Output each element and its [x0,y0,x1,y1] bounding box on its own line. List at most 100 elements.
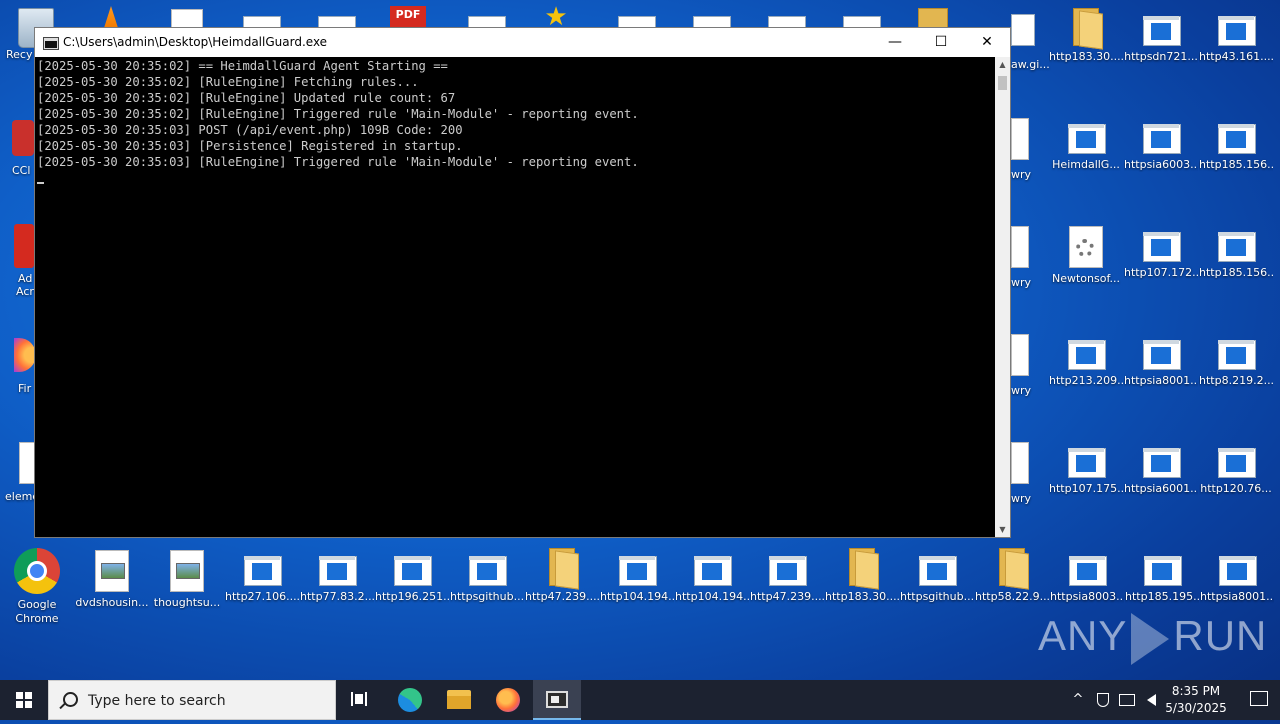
desktop-icon[interactable]: thoughtsu... [150,550,224,610]
desktop-icon[interactable]: httpsia8001... [1200,554,1274,604]
desktop-icon[interactable]: http196.251... [375,554,449,604]
desktop-icon-label: http120.76... [1200,482,1272,495]
desktop-icon[interactable]: http47.239.... [525,546,599,604]
desktop-icon[interactable]: httpsia8001... [1124,338,1198,388]
desktop-icon[interactable]: http107.172... [1124,230,1198,280]
desktop-icon[interactable]: HeimdallG... [1049,122,1123,172]
desktop-icon-label: httpsgithub... [900,590,974,603]
desktop-icon-label: wry [1011,492,1032,505]
desktop-icon-google-chrome[interactable]: Google Chrome [0,548,74,626]
console-app-icon [43,37,59,50]
console-line: [2025-05-30 20:35:03] [RuleEngine] Trigg… [37,155,639,169]
minimize-button[interactable]: — [872,28,918,57]
desktop-icon-partial[interactable]: wry [1011,118,1031,181]
desktop-icon[interactable]: http120.76... [1199,446,1273,496]
web-shortcut-icon [1216,122,1256,154]
console-app-icon [546,691,568,708]
console-output[interactable]: [2025-05-30 20:35:02] == HeimdallGuard A… [35,57,996,537]
web-shortcut-icon [917,554,957,586]
acrobat-icon [14,224,34,268]
scroll-down-icon[interactable]: ▼ [995,522,1010,537]
desktop-icon[interactable]: http183.30.... [825,546,899,604]
desktop-icon[interactable]: http183.30.... [1049,6,1123,64]
maximize-button[interactable]: ☐ [918,28,964,57]
desktop-icon[interactable]: http47.239.... [750,554,824,604]
desktop-icon[interactable]: http8.219.2... [1199,338,1273,388]
close-button[interactable]: ✕ [964,28,1010,57]
desktop-icon-label: http104.194... [600,590,674,603]
web-shortcut-icon [1216,14,1256,46]
notification-center-icon[interactable] [1250,691,1268,706]
scroll-up-icon[interactable]: ▲ [995,57,1010,72]
desktop-icon-label: httpsia6001... [1124,482,1198,495]
security-tray-icon[interactable] [1094,680,1112,720]
desktop-icon[interactable]: httpsia8003... [1050,554,1124,604]
desktop-icon[interactable]: http104.194... [600,554,674,604]
desktop-icon-label: http183.30.... [1049,50,1123,63]
show-hidden-icons-button[interactable]: ^ [1068,680,1088,720]
desktop-icon-label: dvdshousin... [75,596,149,609]
file-explorer-taskbar-button[interactable] [435,680,483,720]
desktop-icon[interactable]: httpsia6003... [1124,122,1198,172]
desktop-icon-label: http185.156... [1199,158,1273,171]
desktop-icon-label: httpsia8001... [1124,374,1198,387]
console-window[interactable]: C:\Users\admin\Desktop\HeimdallGuard.exe… [34,27,1011,538]
desktop-icon[interactable]: http107.175... [1049,446,1123,496]
desktop-icon[interactable]: http77.83.2... [300,554,374,604]
vertical-scrollbar[interactable]: ▲ ▼ [995,57,1010,537]
web-shortcut-icon [767,554,807,586]
web-shortcut-icon [692,554,732,586]
desktop-icon-ccleaner[interactable]: CCl [12,120,34,177]
scrollbar-thumb[interactable] [998,76,1007,90]
clock-time: 8:35 PM [1171,684,1221,698]
console-line: [2025-05-30 20:35:03] POST (/api/event.p… [37,123,463,137]
desktop-icon[interactable]: http185.156... [1199,230,1273,280]
firefox-taskbar-button[interactable] [484,680,532,720]
console-line: [2025-05-30 20:35:02] [RuleEngine] Fetch… [37,75,419,89]
firefox-icon [496,688,520,712]
desktop-icon[interactable]: http43.161.... [1199,14,1273,64]
web-shortcut-icon [467,554,507,586]
shield-icon [1097,693,1109,707]
desktop-icon[interactable]: http27.106.... [225,554,299,604]
desktop-icon-label: http43.161.... [1199,50,1273,63]
web-shortcut-icon [617,554,657,586]
console-line: [2025-05-30 20:35:02] [RuleEngine] Trigg… [37,107,639,121]
web-shortcut-icon [1011,14,1035,46]
speaker-icon [1146,694,1156,706]
desktop-icon[interactable]: http104.194... [675,554,749,604]
desktop-icon-partial[interactable]: aw.gi... [1011,14,1050,71]
desktop-icon-label: http47.239.... [750,590,824,603]
desktop-icon[interactable]: dvdshousin... [75,550,149,610]
console-taskbar-button[interactable] [533,680,581,720]
windows-logo-icon [16,692,32,708]
folder-icon [545,546,579,590]
desktop-icon[interactable]: httpsgithub... [900,554,974,604]
network-tray-icon[interactable] [1117,680,1137,720]
edge-taskbar-button[interactable] [386,680,434,720]
taskbar-search-box[interactable]: Type here to search [48,680,336,720]
start-button[interactable] [0,680,48,720]
star-icon: ★ [544,2,568,32]
desktop-icon[interactable]: httpsgithub... [450,554,524,604]
desktop-icon[interactable]: http213.209... [1049,338,1123,388]
desktop-icon-label: Acr [16,285,34,298]
desktop-icon-partial[interactable]: wry [1011,226,1031,289]
desktop-icon[interactable]: httpsia6001... [1124,446,1198,496]
taskbar-clock[interactable]: 8:35 PM 5/30/2025 [1156,683,1236,717]
desktop-icon[interactable]: http58.22.9... [975,546,1049,604]
task-view-button[interactable] [336,680,384,720]
search-icon [63,692,78,707]
desktop-icon-acrobat[interactable]: Ad Acr [14,224,34,298]
desktop-icon-partial[interactable]: wry [1011,334,1031,397]
desktop-icon[interactable]: httpsdn721... [1124,14,1198,64]
desktop-icon-partial[interactable]: wry [1011,442,1031,505]
desktop-icon[interactable]: http185.195... [1125,554,1199,604]
window-titlebar[interactable]: C:\Users\admin\Desktop\HeimdallGuard.exe… [35,28,1010,57]
search-placeholder: Type here to search [88,693,226,709]
desktop-icon-firefox[interactable]: Fir [14,338,36,395]
desktop-icon[interactable]: http185.156... [1199,122,1273,172]
desktop-icon[interactable]: Newtonsof... [1049,226,1123,286]
clock-date: 5/30/2025 [1165,701,1227,715]
folder-icon [995,546,1029,590]
